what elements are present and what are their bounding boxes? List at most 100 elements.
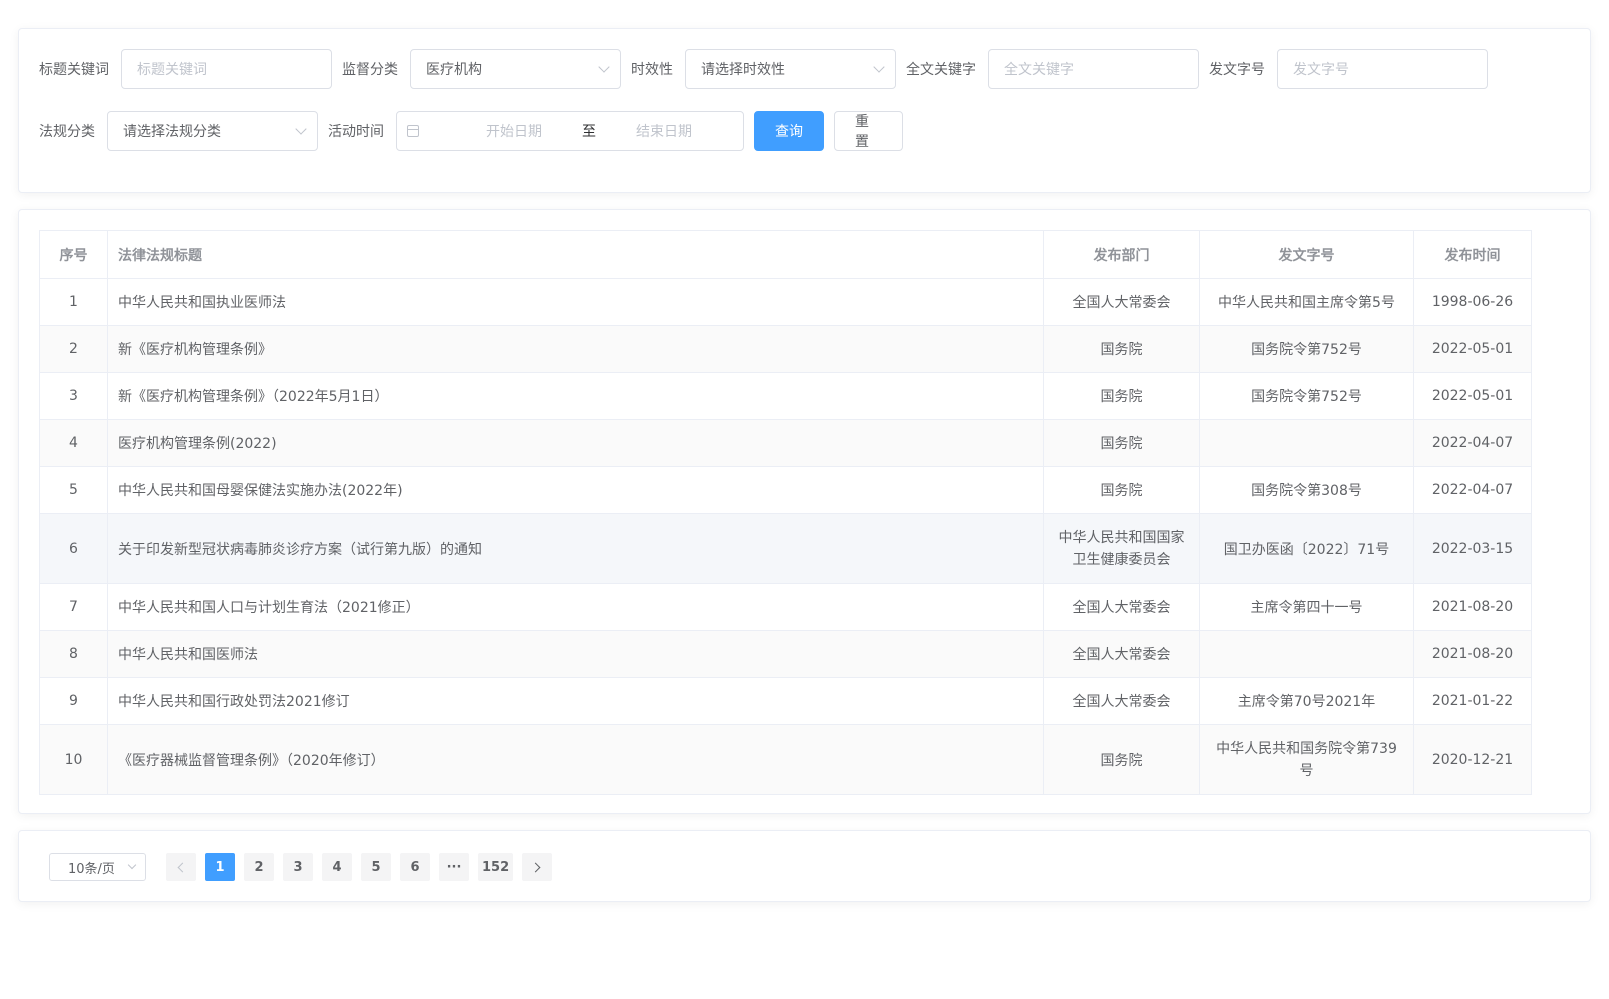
category-placeholder: 请选择法规分类	[123, 124, 221, 140]
chevron-left-icon	[177, 862, 188, 872]
page-size-select[interactable]: 10条/页	[49, 853, 146, 881]
category-select[interactable]: 请选择法规分类	[107, 111, 318, 151]
row-date: 2021-08-20	[1413, 630, 1532, 678]
category-label: 法规分类	[39, 124, 95, 140]
supervision-value: 医疗机构	[426, 62, 482, 78]
row-title[interactable]: 中华人民共和国执业医师法	[107, 278, 1044, 326]
row-title[interactable]: 新《医疗机构管理条例》（2022年5月1日）	[107, 372, 1044, 420]
row-dept: 中华人民共和国国家 卫生健康委员会	[1043, 513, 1200, 584]
row-dept-line1: 中华人民共和国国家	[1058, 529, 1185, 546]
row-no: 2	[39, 325, 108, 373]
row-docno	[1199, 419, 1414, 467]
page-button-5[interactable]: 5	[361, 853, 391, 881]
pagination-panel: 10条/页 1 2 3 4 5 6 ··· 152	[18, 830, 1591, 902]
prev-page-button[interactable]	[166, 853, 196, 881]
row-date: 2021-08-20	[1413, 583, 1532, 631]
chevron-down-icon	[295, 123, 307, 135]
row-docno: 国务院令第752号	[1199, 372, 1414, 420]
row-no: 8	[39, 630, 108, 678]
row-docno: 国务院令第308号	[1199, 466, 1414, 514]
filter-row-1: 标题关键词 标题关键词 监督分类 医疗机构 时效性 请选择时效性 全文关键字 全…	[39, 49, 1498, 89]
row-docno: 主席令第四十一号	[1199, 583, 1414, 631]
header-dept: 发布部门	[1043, 230, 1200, 279]
row-dept: 全国人大常委会	[1043, 630, 1200, 678]
reset-button[interactable]: 重置	[834, 111, 903, 151]
table-row[interactable]: 9 中华人民共和国行政处罚法2021修订 全国人大常委会 主席令第70号2021…	[39, 677, 1532, 725]
supervision-select[interactable]: 医疗机构	[410, 49, 621, 89]
start-date-input[interactable]: 开始日期	[459, 121, 569, 141]
row-title[interactable]: 中华人民共和国母婴保健法实施办法(2022年)	[107, 466, 1044, 514]
validity-select[interactable]: 请选择时效性	[685, 49, 896, 89]
chevron-down-icon	[873, 61, 885, 73]
row-title[interactable]: 中华人民共和国行政处罚法2021修订	[107, 677, 1044, 725]
page-button-4[interactable]: 4	[322, 853, 352, 881]
row-date: 2021-01-22	[1413, 677, 1532, 725]
header-title: 法律法规标题	[107, 230, 1044, 279]
doc-number-placeholder: 发文字号	[1293, 62, 1349, 78]
fulltext-input[interactable]: 全文关键字	[988, 49, 1199, 89]
validity-placeholder: 请选择时效性	[701, 62, 785, 78]
row-title[interactable]: 中华人民共和国人口与计划生育法（2021修正）	[107, 583, 1044, 631]
row-docno-line1: 中华人民共和国务院令第739	[1216, 740, 1397, 757]
more-pages-button[interactable]: ···	[439, 853, 469, 881]
doc-number-label: 发文字号	[1209, 62, 1265, 78]
row-no: 9	[39, 677, 108, 725]
row-title[interactable]: 新《医疗机构管理条例》	[107, 325, 1044, 373]
row-title[interactable]: 关于印发新型冠状病毒肺炎诊疗方案（试行第九版）的通知	[107, 513, 1044, 584]
table-row[interactable]: 5 中华人民共和国母婴保健法实施办法(2022年) 国务院 国务院令第308号 …	[39, 466, 1532, 514]
table-row[interactable]: 4 医疗机构管理条例(2022) 国务院 2022-04-07	[39, 419, 1532, 467]
row-no: 7	[39, 583, 108, 631]
table-row[interactable]: 2 新《医疗机构管理条例》 国务院 国务院令第752号 2022-05-01	[39, 325, 1532, 373]
row-title[interactable]: 《医疗器械监督管理条例》（2020年修订）	[107, 724, 1044, 795]
page-button-2[interactable]: 2	[244, 853, 274, 881]
row-title[interactable]: 中华人民共和国医师法	[107, 630, 1044, 678]
chevron-right-icon	[530, 862, 541, 872]
row-no: 1	[39, 278, 108, 326]
table-row[interactable]: 6 关于印发新型冠状病毒肺炎诊疗方案（试行第九版）的通知 中华人民共和国国家 卫…	[39, 513, 1532, 584]
row-date: 2022-04-07	[1413, 466, 1532, 514]
row-dept: 国务院	[1043, 372, 1200, 420]
table-row[interactable]: 8 中华人民共和国医师法 全国人大常委会 2021-08-20	[39, 630, 1532, 678]
pagination: 10条/页 1 2 3 4 5 6 ··· 152	[49, 853, 561, 881]
row-date: 2020-12-21	[1413, 724, 1532, 795]
row-no: 3	[39, 372, 108, 420]
query-button[interactable]: 查询	[754, 111, 824, 151]
page-button-last[interactable]: 152	[478, 853, 514, 881]
table-row[interactable]: 3 新《医疗机构管理条例》（2022年5月1日） 国务院 国务院令第752号 2…	[39, 372, 1532, 420]
row-dept: 全国人大常委会	[1043, 583, 1200, 631]
row-title[interactable]: 医疗机构管理条例(2022)	[107, 419, 1044, 467]
row-docno: 中华人民共和国主席令第5号	[1199, 278, 1414, 326]
page-button-1[interactable]: 1	[205, 853, 235, 881]
table-row[interactable]: 7 中华人民共和国人口与计划生育法（2021修正） 全国人大常委会 主席令第四十…	[39, 583, 1532, 631]
end-date-input[interactable]: 结束日期	[609, 121, 719, 141]
page-button-3[interactable]: 3	[283, 853, 313, 881]
header-no: 序号	[39, 230, 108, 279]
activity-date-range[interactable]: 开始日期 至 结束日期	[396, 111, 744, 151]
header-date: 发布时间	[1413, 230, 1532, 279]
table-row[interactable]: 1 中华人民共和国执业医师法 全国人大常委会 中华人民共和国主席令第5号 199…	[39, 278, 1532, 326]
row-no: 6	[39, 513, 108, 584]
filter-row-2: 法规分类 请选择法规分类 活动时间 开始日期 至 结束日期 查询 重置	[39, 111, 903, 151]
title-keyword-input[interactable]: 标题关键词	[121, 49, 332, 89]
row-dept: 全国人大常委会	[1043, 677, 1200, 725]
title-keyword-placeholder: 标题关键词	[137, 62, 207, 78]
row-date: 2022-04-07	[1413, 419, 1532, 467]
fulltext-label: 全文关键字	[906, 62, 976, 78]
chevron-down-icon	[598, 61, 610, 73]
calendar-icon	[407, 125, 419, 137]
next-page-button[interactable]	[522, 853, 553, 881]
chevron-down-icon	[127, 860, 137, 870]
row-dept: 国务院	[1043, 325, 1200, 373]
page-button-6[interactable]: 6	[400, 853, 430, 881]
table-row[interactable]: 10 《医疗器械监督管理条例》（2020年修订） 国务院 中华人民共和国务院令第…	[39, 724, 1532, 795]
doc-number-input[interactable]: 发文字号	[1277, 49, 1488, 89]
row-docno-line2: 号	[1299, 762, 1314, 779]
row-docno	[1199, 630, 1414, 678]
row-dept-line2: 卫生健康委员会	[1072, 551, 1171, 568]
validity-label: 时效性	[631, 62, 673, 78]
row-dept: 国务院	[1043, 724, 1200, 795]
activity-time-label: 活动时间	[328, 124, 384, 140]
row-dept: 全国人大常委会	[1043, 278, 1200, 326]
table-header-row: 序号 法律法规标题 发布部门 发文字号 发布时间	[39, 230, 1532, 279]
title-keyword-label: 标题关键词	[39, 62, 109, 78]
